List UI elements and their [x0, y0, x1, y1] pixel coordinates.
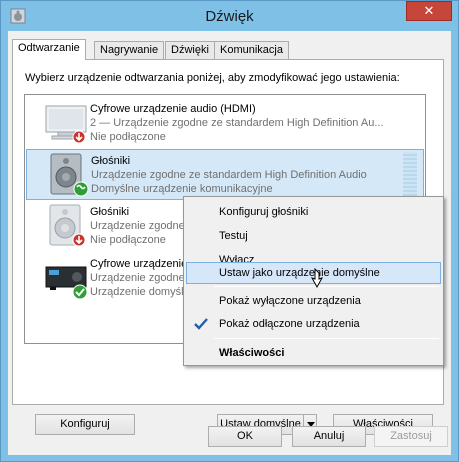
menu-item-test[interactable]: Testuj	[186, 225, 441, 247]
menu-separator	[214, 338, 439, 339]
checkmark-icon	[194, 318, 208, 330]
instructions-text: Wybierz urządzenie odtwarzania poniżej, …	[25, 72, 400, 84]
menu-separator	[214, 286, 439, 287]
tab-playback[interactable]: Odtwarzanie	[12, 39, 86, 60]
cancel-button[interactable]: Anuluj	[292, 426, 366, 447]
monitor-icon	[45, 105, 87, 144]
mouse-pointer-icon	[310, 268, 324, 289]
menu-item-show-disconnected[interactable]: Pokaż odłączone urządzenia	[186, 313, 441, 335]
list-item[interactable]: Cyfrowe urządzenie audio (HDMI) 2 — Urzą…	[26, 98, 424, 149]
apply-button[interactable]: Zastosuj	[374, 426, 448, 447]
device-status: Nie podłączone	[90, 234, 166, 246]
configure-button[interactable]: Konfiguruj	[35, 414, 135, 435]
menu-item-label: Pokaż odłączone urządzenia	[219, 318, 360, 330]
window-title: Dźwięk	[205, 8, 254, 25]
speaker-icon	[50, 153, 89, 197]
ok-button[interactable]: OK	[208, 426, 282, 447]
device-name: Głośniki	[91, 155, 131, 167]
device-description: 2 — Urządzenie zgodne ze standardem High…	[90, 117, 384, 129]
menu-item-show-disabled[interactable]: Pokaż wyłączone urządzenia	[186, 290, 441, 312]
tab-communications[interactable]: Komunikacja	[214, 41, 289, 59]
menu-item-configure-speakers[interactable]: Konfiguruj głośniki	[186, 201, 441, 223]
device-status: Urządzenie domyślne	[90, 286, 196, 298]
device-name: Głośniki	[90, 206, 130, 218]
title-bar[interactable]: Dźwięk ✕	[1, 1, 458, 31]
tab-sounds[interactable]: Dźwięki	[165, 41, 215, 59]
device-status: Domyślne urządzenie komunikacyjne	[91, 183, 273, 195]
close-button[interactable]: ✕	[406, 1, 452, 21]
device-status: Nie podłączone	[90, 131, 166, 143]
speaker-icon	[49, 204, 86, 247]
menu-item-properties[interactable]: Właściwości	[186, 342, 441, 364]
volume-meter	[403, 152, 417, 196]
list-item-selected[interactable]: Głośniki Urządzenie zgodne ze standardem…	[26, 149, 424, 200]
device-description: Urządzenie zgodne ze standardem High Def…	[91, 169, 367, 181]
device-name: Cyfrowe urządzenie audio (HDMI)	[90, 103, 256, 115]
receiver-icon	[45, 266, 88, 300]
tab-recording[interactable]: Nagrywanie	[94, 41, 165, 59]
